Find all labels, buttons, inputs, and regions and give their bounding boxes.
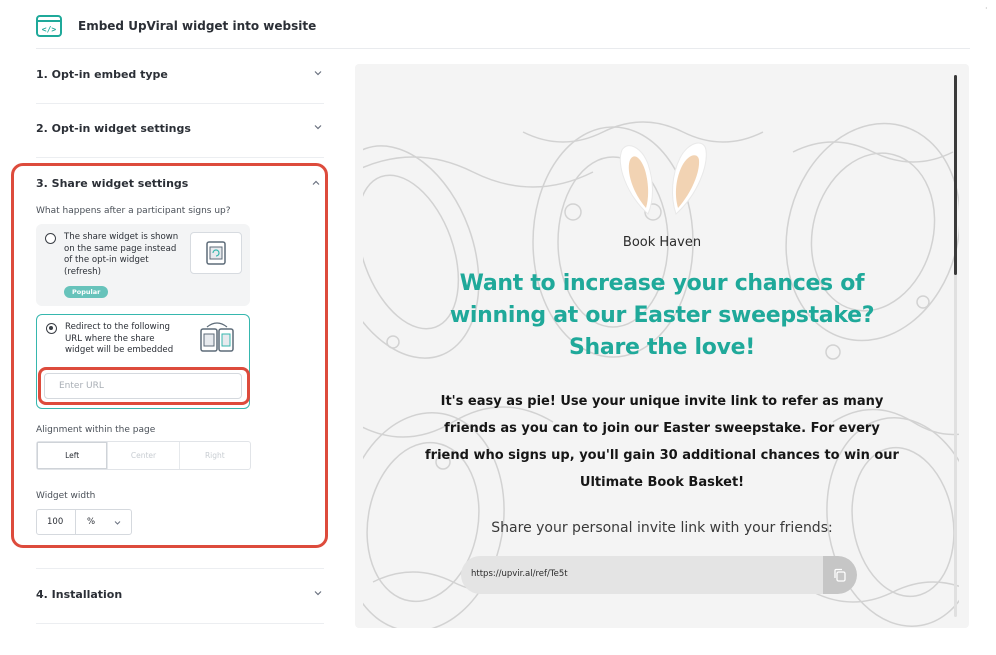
- refresh-icon: [206, 241, 226, 265]
- preview-body: It's easy as pie! Use your unique invite…: [425, 394, 899, 490]
- accordion-label: 1. Opt-in embed type: [36, 68, 168, 81]
- widget-width-field[interactable]: 100 %: [36, 509, 132, 535]
- radio-refresh[interactable]: [45, 233, 56, 244]
- chevron-down-icon: [314, 125, 322, 130]
- popular-badge: Popular: [64, 286, 109, 298]
- accordion-installation[interactable]: 4. Installation: [36, 568, 324, 624]
- option-refresh-card[interactable]: The share widget is shown on the same pa…: [36, 224, 250, 306]
- alignment-right-button[interactable]: Right: [178, 442, 250, 469]
- code-icon: </>: [36, 15, 62, 37]
- alignment-left-button[interactable]: Left: [37, 442, 108, 469]
- chevron-down-icon: [314, 591, 322, 596]
- redirect-icon: [200, 322, 234, 352]
- copy-icon: [834, 568, 846, 582]
- share-prompt: Share your personal invite link with you…: [491, 520, 833, 536]
- widget-width-unit-select[interactable]: %: [87, 517, 95, 527]
- page-header: </> Embed UpViral widget into website: [36, 12, 970, 49]
- chevron-up-icon[interactable]: [310, 177, 322, 189]
- widget-width-label: Widget width: [36, 491, 96, 501]
- invite-link-text[interactable]: https://upvir.al/ref/Te5t: [471, 569, 568, 579]
- accordion-opt-in-embed-type[interactable]: 1. Opt-in embed type: [36, 49, 324, 104]
- option-refresh-text: The share widget is shown on the same pa…: [64, 232, 179, 277]
- signup-question: What happens after a participant signs u…: [36, 206, 231, 216]
- accordion-label: 2. Opt-in widget settings: [36, 122, 191, 135]
- alignment-center-button[interactable]: Center: [107, 442, 178, 469]
- redirect-illustration: [191, 319, 241, 359]
- alignment-segmented-control: Left Center Right: [36, 441, 251, 470]
- brand-name: Book Haven: [622, 235, 702, 250]
- chevron-down-icon: [314, 71, 322, 76]
- widget-width-value[interactable]: 100: [47, 517, 63, 527]
- divider: [75, 510, 76, 534]
- accordion-opt-in-widget-settings[interactable]: 2. Opt-in widget settings: [36, 103, 324, 158]
- redirect-url-input[interactable]: [44, 373, 242, 399]
- corner-dot: ·: [985, 4, 988, 13]
- invite-link-field[interactable]: https://upvir.al/ref/Te5t: [461, 556, 857, 594]
- radio-redirect[interactable]: [46, 323, 57, 334]
- preview-headline: Want to increase your chances of winning…: [449, 271, 875, 360]
- bunny-ears-icon: [619, 142, 707, 215]
- alignment-label: Alignment within the page: [36, 425, 156, 435]
- refresh-illustration: [190, 232, 242, 274]
- page-title: Embed UpViral widget into website: [78, 19, 317, 33]
- option-redirect-text: Redirect to the following URL where the …: [65, 322, 174, 355]
- accordion-share-widget-settings[interactable]: 3. Share widget settings: [36, 177, 188, 190]
- svg-text:</>: </>: [42, 25, 57, 34]
- accordion-label: 4. Installation: [36, 588, 123, 601]
- chevron-down-icon[interactable]: [113, 518, 122, 527]
